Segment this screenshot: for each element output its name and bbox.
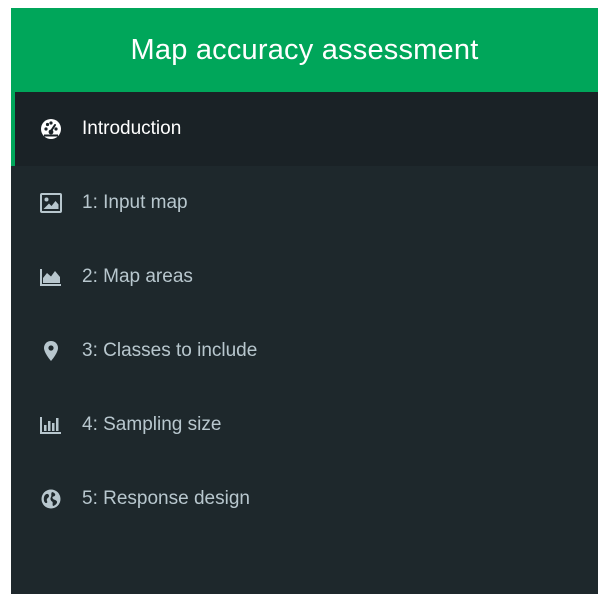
app-header: Map accuracy assessment (11, 8, 598, 92)
sidebar-item-label: Introduction (82, 118, 182, 139)
app-window: Map accuracy assessment Introduction 1: … (11, 8, 598, 594)
sidebar-item-response-design[interactable]: 5: Response design (11, 462, 598, 536)
sidebar-menu: Introduction 1: Input map 2: Map areas 3… (11, 92, 598, 536)
dashboard-icon (40, 118, 62, 140)
sidebar-item-label: 4: Sampling size (82, 414, 222, 435)
picture-icon (40, 192, 62, 214)
sidebar-item-label: 3: Classes to include (82, 340, 258, 361)
map-marker-icon (40, 340, 62, 362)
sidebar-item-introduction[interactable]: Introduction (11, 92, 598, 166)
bar-chart-icon (40, 414, 62, 436)
page-title: Map accuracy assessment (130, 33, 479, 66)
sidebar-item-sampling-size[interactable]: 4: Sampling size (11, 388, 598, 462)
area-chart-icon (40, 266, 62, 288)
sidebar-item-input-map[interactable]: 1: Input map (11, 166, 598, 240)
sidebar-item-label: 5: Response design (82, 488, 250, 509)
sidebar-item-classes-to-include[interactable]: 3: Classes to include (11, 314, 598, 388)
globe-icon (40, 488, 62, 510)
sidebar-item-label: 1: Input map (82, 192, 188, 213)
sidebar-item-map-areas[interactable]: 2: Map areas (11, 240, 598, 314)
sidebar-item-label: 2: Map areas (82, 266, 193, 287)
